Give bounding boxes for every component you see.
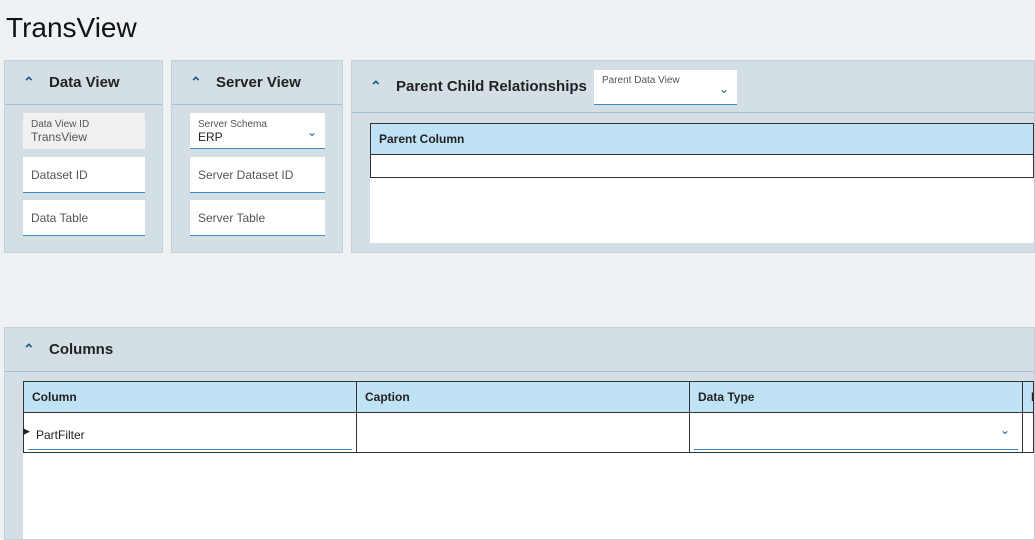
field-value: TransView <box>31 130 88 144</box>
column-header[interactable]: Column <box>23 381 357 413</box>
dataset-id-input[interactable]: Dataset ID <box>23 157 145 193</box>
panel-title: Server View <box>216 74 301 91</box>
data-view-panel: ⌃ Data View Data View ID TransView Dataset… <box>4 60 163 253</box>
chevron-up-icon[interactable]: ⌃ <box>190 74 202 91</box>
column-header[interactable]: Data Type <box>689 381 1023 413</box>
chevron-down-icon: ⌄ <box>999 423 1010 437</box>
chevron-down-icon: ⌄ <box>718 82 729 96</box>
caption-cell[interactable] <box>356 412 690 453</box>
row-indicator-icon: ▶ <box>23 426 30 436</box>
server-dataset-id-input[interactable]: Server Dataset ID <box>190 157 325 193</box>
field-label: Server Schema <box>198 119 267 130</box>
column-header[interactable]: Parent Column <box>370 123 1034 155</box>
table-row: ▶ PartFilter ⌄ <box>23 412 1034 453</box>
columns-panel: ⌃ Columns ColumnCaptionData TypeFormat ▶P… <box>4 327 1035 540</box>
relationships-panel: ⌃ Parent Child Relationships Parent Data … <box>351 60 1035 253</box>
server-view-header[interactable]: ⌃ Server View <box>172 61 342 105</box>
page-title: TransView <box>6 12 137 43</box>
columns-header[interactable]: ⌃ Columns <box>5 328 1034 372</box>
field-value: ERP <box>198 130 223 144</box>
column-input[interactable]: PartFilter <box>28 421 352 450</box>
data-type-cell[interactable]: ⌄ <box>689 412 1023 453</box>
column-cell[interactable]: ▶ PartFilter <box>23 412 357 453</box>
panel-title: Data View <box>49 74 120 91</box>
column-header[interactable]: Format <box>1022 381 1034 413</box>
chevron-down-icon: ⌄ <box>306 125 317 139</box>
grid-cell[interactable] <box>370 154 1034 178</box>
server-table-input[interactable]: Server Table <box>190 200 325 236</box>
data-table-input[interactable]: Data Table <box>23 200 145 236</box>
chevron-up-icon[interactable]: ⌃ <box>23 341 35 358</box>
field-label: Data View ID <box>31 119 90 130</box>
data-view-id-field: Data View ID TransView <box>23 113 145 149</box>
format-cell[interactable] <box>1022 412 1034 453</box>
chevron-up-icon[interactable]: ⌃ <box>23 74 35 91</box>
server-schema-select[interactable]: Server Schema ERP ⌄ <box>190 113 325 149</box>
panel-title: Columns <box>49 341 114 358</box>
parent-data-view-select[interactable]: Parent Data View ⌄ <box>594 70 737 105</box>
column-header[interactable]: Caption <box>356 381 690 413</box>
field-label: Parent Data View <box>602 75 680 86</box>
data-view-header[interactable]: ⌃ Data View <box>5 61 162 105</box>
data-type-select[interactable] <box>694 421 1018 450</box>
server-view-panel: ⌃ Server View Server Schema ERP ⌄ Server Da… <box>171 60 343 253</box>
chevron-up-icon[interactable]: ⌃ <box>370 78 382 95</box>
columns-grid: ColumnCaptionData TypeFormat ▶PartFilter… <box>23 381 1034 539</box>
panel-title: Parent Child Relationships <box>396 78 587 95</box>
relationships-grid: Parent Column <box>370 123 1034 243</box>
